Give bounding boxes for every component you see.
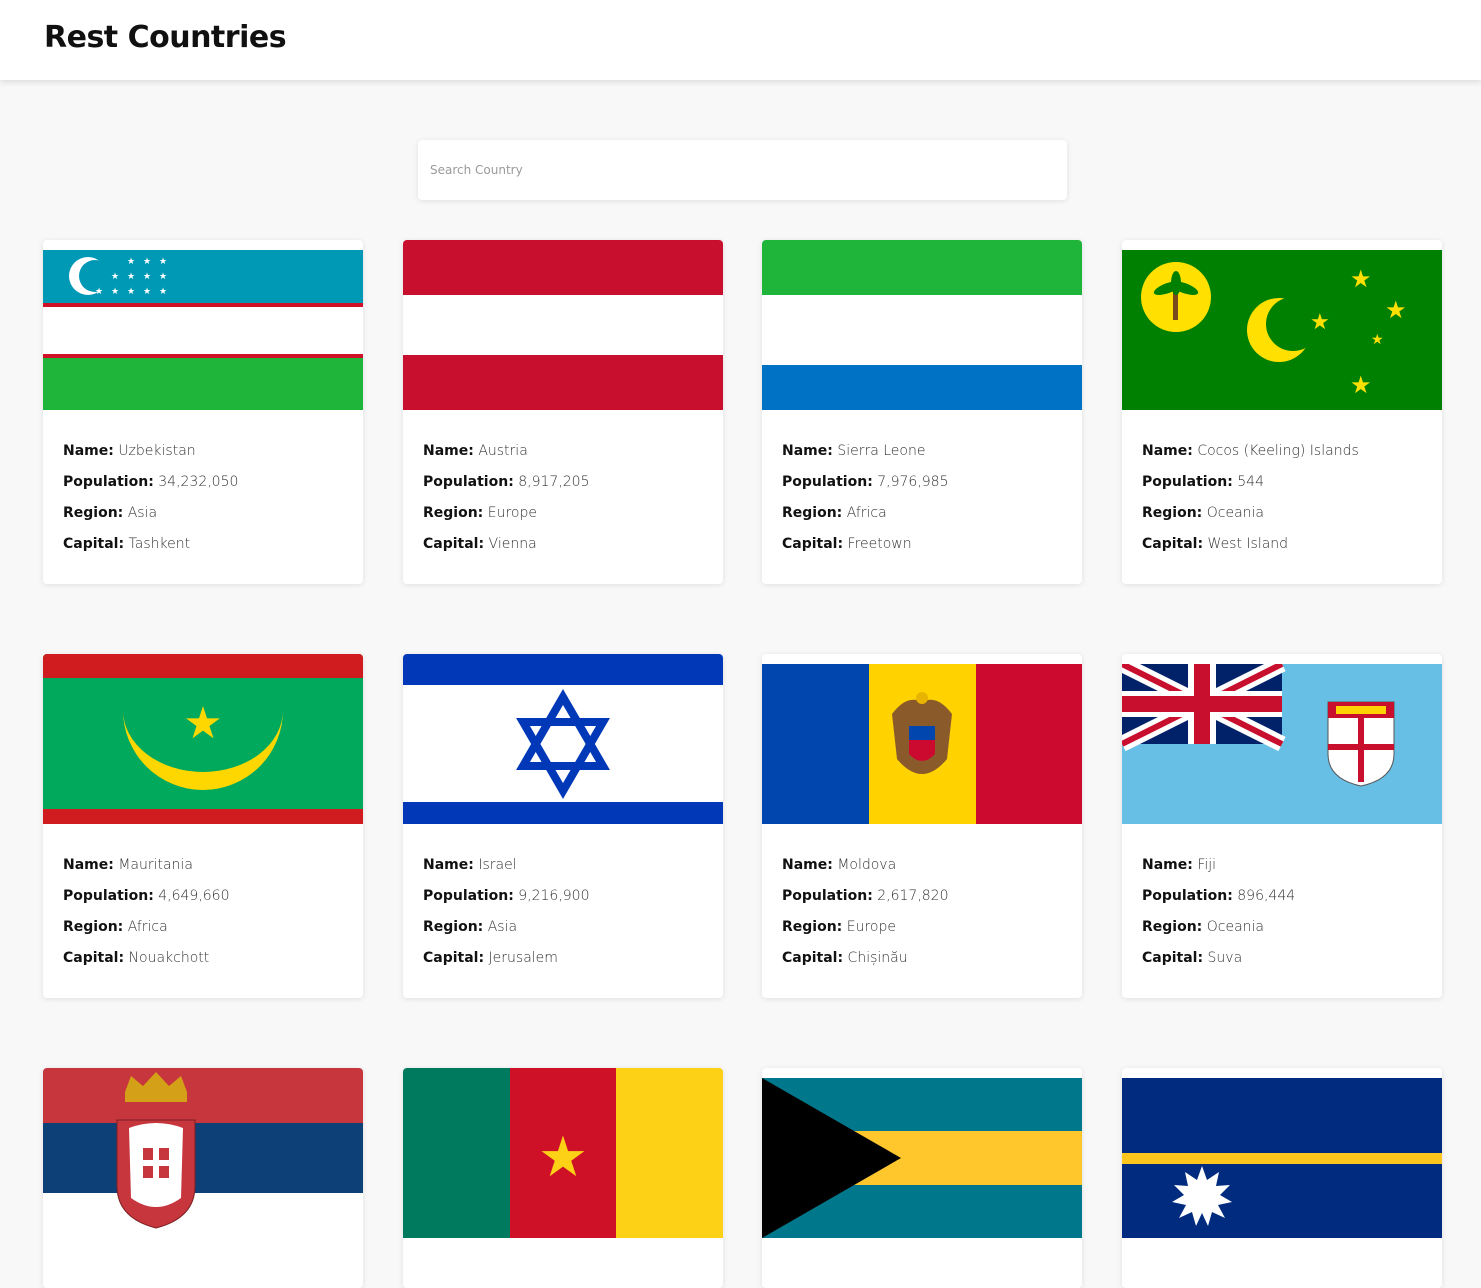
app-header: Rest Countries: [0, 0, 1481, 80]
country-card-bahamas[interactable]: [762, 1068, 1082, 1288]
country-population: Population: 544: [1142, 474, 1264, 490]
country-population: Population: 896,444: [1142, 888, 1296, 904]
bahamas-flag-icon: [762, 1078, 1082, 1238]
svg-text:★: ★: [183, 698, 222, 749]
country-name: Name: Fiji: [1142, 857, 1217, 873]
country-capital: Capital: Vienna: [423, 536, 537, 552]
country-region: Region: Africa: [63, 919, 168, 935]
svg-text:★: ★: [1385, 296, 1407, 324]
country-card-austria[interactable]: Name: Austria Population: 8,917,205 Regi…: [403, 240, 723, 584]
uzbekistan-flag-icon: ★ ★ ★ ★ ★ ★ ★ ★ ★ ★ ★ ★: [43, 250, 363, 410]
country-card-nauru[interactable]: [1122, 1068, 1442, 1288]
country-region: Region: Asia: [423, 919, 518, 935]
nauru-flag-icon: [1122, 1078, 1442, 1238]
svg-text:★: ★: [1350, 371, 1372, 399]
country-population: Population: 2,617,820: [782, 888, 949, 904]
country-card-fiji[interactable]: Name: Fiji Population: 896,444 Region: O…: [1122, 654, 1442, 998]
country-name: Name: Austria: [423, 443, 528, 459]
country-name: Name: Israel: [423, 857, 517, 873]
svg-text:★: ★: [538, 1125, 588, 1190]
country-card-uzbekistan[interactable]: ★ ★ ★ ★ ★ ★ ★ ★ ★ ★ ★ ★ Name: Uzbekistan Populati…: [43, 240, 363, 584]
country-name: Name: Sierra Leone: [782, 443, 926, 459]
country-region: Region: Oceania: [1142, 919, 1264, 935]
country-name: Name: Moldova: [782, 857, 897, 873]
country-capital: Capital: West Island: [1142, 536, 1289, 552]
svg-text:★: ★: [1371, 332, 1384, 348]
country-region: Region: Europe: [423, 505, 537, 521]
svg-text:★: ★: [159, 257, 167, 267]
country-capital: Capital: Jerusalem: [423, 950, 558, 966]
country-capital: Capital: Suva: [1142, 950, 1243, 966]
country-card-sierra-leone[interactable]: Name: Sierra Leone Population: 7,976,985…: [762, 240, 1082, 584]
country-name: Name: Cocos (Keeling) Islands: [1142, 443, 1359, 459]
svg-text:★: ★: [1350, 265, 1372, 293]
country-card-serbia[interactable]: [43, 1068, 363, 1288]
svg-text:★: ★: [111, 287, 119, 297]
svg-text:★: ★: [143, 272, 151, 282]
svg-text:★: ★: [159, 272, 167, 282]
country-population: Population: 7,976,985: [782, 474, 949, 490]
country-population: Population: 9,216,900: [423, 888, 590, 904]
sierra-leone-flag-icon: [762, 240, 1082, 410]
israel-flag-icon: [403, 654, 723, 824]
moldova-flag-icon: [762, 664, 1082, 824]
country-card-mauritania[interactable]: ★ Name: Mauritania Population: 4,649,660…: [43, 654, 363, 998]
country-capital: Capital: Tashkent: [63, 536, 191, 552]
cameroon-flag-icon: ★: [403, 1068, 723, 1238]
country-capital: Capital: Chișinău: [782, 950, 908, 966]
country-region: Region: Oceania: [1142, 505, 1264, 521]
country-population: Population: 8,917,205: [423, 474, 590, 490]
austria-flag-icon: [403, 240, 723, 410]
svg-text:★: ★: [159, 287, 167, 297]
svg-text:★: ★: [95, 287, 103, 297]
country-card-cameroon[interactable]: ★: [403, 1068, 723, 1288]
app-title: Rest Countries: [44, 20, 287, 55]
country-name: Name: Mauritania: [63, 857, 193, 873]
mauritania-flag-icon: ★: [43, 654, 363, 824]
fiji-flag-icon: [1122, 664, 1442, 824]
country-region: Region: Asia: [63, 505, 158, 521]
svg-text:★: ★: [143, 287, 151, 297]
svg-text:★: ★: [111, 272, 119, 282]
search-input[interactable]: [418, 140, 1067, 200]
serbia-flag-icon: [43, 1068, 363, 1238]
svg-text:★: ★: [1310, 310, 1330, 335]
svg-text:★: ★: [143, 257, 151, 267]
country-region: Region: Africa: [782, 505, 887, 521]
svg-text:★: ★: [127, 257, 135, 267]
svg-text:★: ★: [127, 287, 135, 297]
svg-text:★: ★: [127, 272, 135, 282]
country-capital: Capital: Freetown: [782, 536, 912, 552]
country-card-cocos-islands[interactable]: ★ ★ ★ ★ ★ Name: Cocos (Keeling) Islands …: [1122, 240, 1442, 584]
country-population: Population: 4,649,660: [63, 888, 230, 904]
country-population: Population: 34,232,050: [63, 474, 239, 490]
country-card-moldova[interactable]: Name: Moldova Population: 2,617,820 Regi…: [762, 654, 1082, 998]
country-card-israel[interactable]: Name: Israel Population: 9,216,900 Regio…: [403, 654, 723, 998]
country-name: Name: Uzbekistan: [63, 443, 196, 459]
country-capital: Capital: Nouakchott: [63, 950, 210, 966]
cocos-islands-flag-icon: ★ ★ ★ ★ ★: [1122, 250, 1442, 410]
country-region: Region: Europe: [782, 919, 896, 935]
